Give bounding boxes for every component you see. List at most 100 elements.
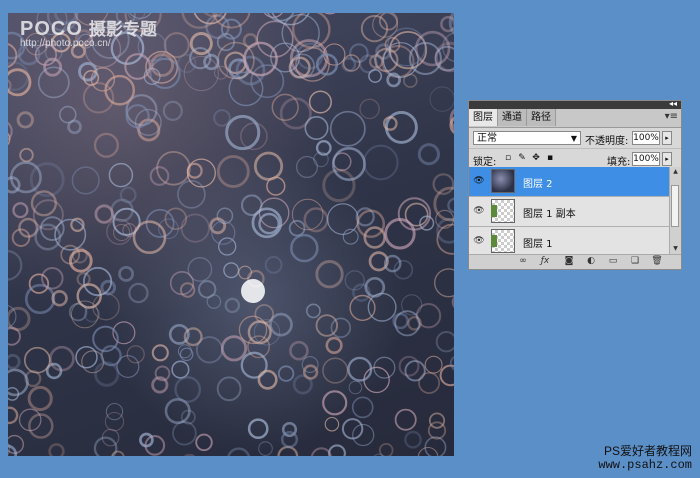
layer-name: 图层 2 (523, 179, 553, 190)
bokeh-circle (417, 143, 440, 166)
bokeh-circle (206, 294, 222, 309)
bokeh-circle (100, 279, 117, 296)
bokeh-circle (93, 132, 119, 158)
blend-row: 正常 ▼ 不透明度: 100% ▸ (469, 128, 681, 149)
bokeh-circle (150, 53, 175, 77)
scroll-down-icon[interactable]: ▼ (670, 244, 681, 254)
bokeh-circle (104, 74, 135, 106)
eye-icon[interactable]: 👁 (472, 235, 486, 247)
bokeh-image (8, 13, 454, 456)
bokeh-circle (195, 433, 213, 452)
bokeh-circle (322, 357, 349, 384)
bokeh-circle (214, 65, 228, 80)
bokeh-circle (328, 444, 346, 456)
bokeh-circle (247, 418, 269, 440)
opacity-label: 不透明度: (585, 136, 629, 147)
bokeh-circle (12, 202, 29, 219)
layer-row[interactable]: 👁 图层 1 副本 (469, 197, 669, 227)
bokeh-circle (373, 453, 385, 456)
bokeh-circle (41, 266, 64, 290)
bokeh-circle (108, 162, 134, 188)
new-layer-icon[interactable]: ❑ (629, 255, 641, 268)
bokeh-circle (183, 453, 196, 456)
blend-mode-select[interactable]: 正常 ▼ (473, 131, 581, 145)
bokeh-circle (342, 228, 359, 245)
bokeh-circle (424, 355, 443, 374)
light-spot (241, 279, 265, 303)
group-icon[interactable]: ▭ (607, 255, 619, 268)
opacity-slider-button[interactable]: ▸ (662, 131, 672, 145)
footer-site-url: www.psahz.com (598, 458, 692, 472)
bokeh-circle (266, 176, 286, 196)
bokeh-circle (8, 121, 13, 141)
layer-row[interactable]: 👁 图层 1 (469, 227, 669, 254)
layers-scrollbar[interactable]: ▲ ▼ (669, 167, 681, 254)
bokeh-circle (180, 213, 210, 243)
opacity-input[interactable]: 100% (632, 131, 660, 145)
bokeh-circle (49, 345, 75, 372)
bokeh-circle (359, 98, 380, 120)
tab-paths[interactable]: 路径 (527, 109, 556, 126)
bokeh-circle (8, 406, 19, 425)
layers-list: 👁 图层 2 👁 图层 1 副本 👁 图层 1 (469, 167, 669, 254)
bokeh-circle (37, 66, 70, 99)
layer-thumbnail (491, 169, 515, 193)
bokeh-circle (227, 447, 251, 456)
eye-icon[interactable]: 👁 (472, 175, 486, 187)
lock-all-icon[interactable]: ▪ (545, 153, 555, 163)
bokeh-circle (447, 197, 454, 214)
fill-label: 填充: (607, 157, 631, 168)
bokeh-circle (174, 376, 202, 403)
bokeh-circle (23, 346, 51, 374)
eye-icon[interactable]: 👁 (472, 205, 486, 217)
bokeh-circle (171, 360, 190, 379)
panel-titlebar[interactable]: ◂◂ (469, 99, 681, 109)
panel-menu-icon[interactable]: ▾≡ (665, 111, 678, 122)
link-icon[interactable]: ∞ (517, 255, 529, 268)
fill-input[interactable]: 100% (632, 152, 660, 166)
bokeh-circle (424, 436, 447, 456)
bokeh-circle (362, 144, 399, 181)
scroll-up-icon[interactable]: ▲ (670, 167, 681, 177)
trash-icon[interactable]: 🗑 (651, 255, 663, 268)
adjustment-icon[interactable]: ◐ (585, 255, 597, 268)
layer-name: 图层 1 (523, 239, 553, 250)
bokeh-circle (403, 73, 418, 88)
bokeh-circle (428, 412, 446, 429)
collapse-icon[interactable]: ◂◂ (669, 99, 677, 108)
bokeh-circle (308, 90, 332, 114)
layer-row[interactable]: 👁 图层 2 (469, 167, 669, 197)
layer-name: 图层 1 副本 (523, 209, 576, 220)
bokeh-circle (81, 350, 105, 374)
scroll-thumb[interactable] (671, 185, 679, 227)
bokeh-circle (258, 441, 273, 456)
tab-layers[interactable]: 图层 (469, 109, 498, 126)
bokeh-circle (48, 443, 65, 456)
bokeh-circle (435, 331, 454, 353)
bokeh-circle (34, 223, 62, 251)
bokeh-circle (348, 380, 363, 395)
fill-slider-button[interactable]: ▸ (662, 152, 672, 166)
bokeh-circle (257, 369, 278, 390)
bokeh-circle (325, 336, 343, 355)
tab-channels[interactable]: 通道 (498, 109, 527, 126)
bokeh-circle (172, 420, 197, 446)
bokeh-circle (24, 283, 56, 315)
lock-transparent-icon[interactable]: ▫ (503, 153, 513, 163)
bokeh-circle (75, 345, 98, 369)
bokeh-circle (28, 273, 50, 294)
bokeh-circle (119, 186, 137, 204)
bokeh-circle (277, 445, 299, 456)
lock-pixels-icon[interactable]: ✎ (517, 153, 527, 163)
bokeh-circle (177, 180, 206, 209)
lock-position-icon[interactable]: ✥ (531, 153, 541, 163)
bokeh-circle (351, 396, 374, 419)
mask-icon[interactable]: ◙ (563, 255, 575, 268)
bokeh-circle (404, 360, 426, 382)
fx-icon[interactable]: ƒx (539, 255, 551, 268)
bokeh-circle (330, 317, 352, 339)
bokeh-circle (8, 250, 23, 281)
bokeh-circle (8, 353, 21, 370)
bokeh-circle (104, 411, 125, 432)
photo-canvas: POCO 摄影专题 http://photo.poco.cn/ (8, 13, 454, 456)
